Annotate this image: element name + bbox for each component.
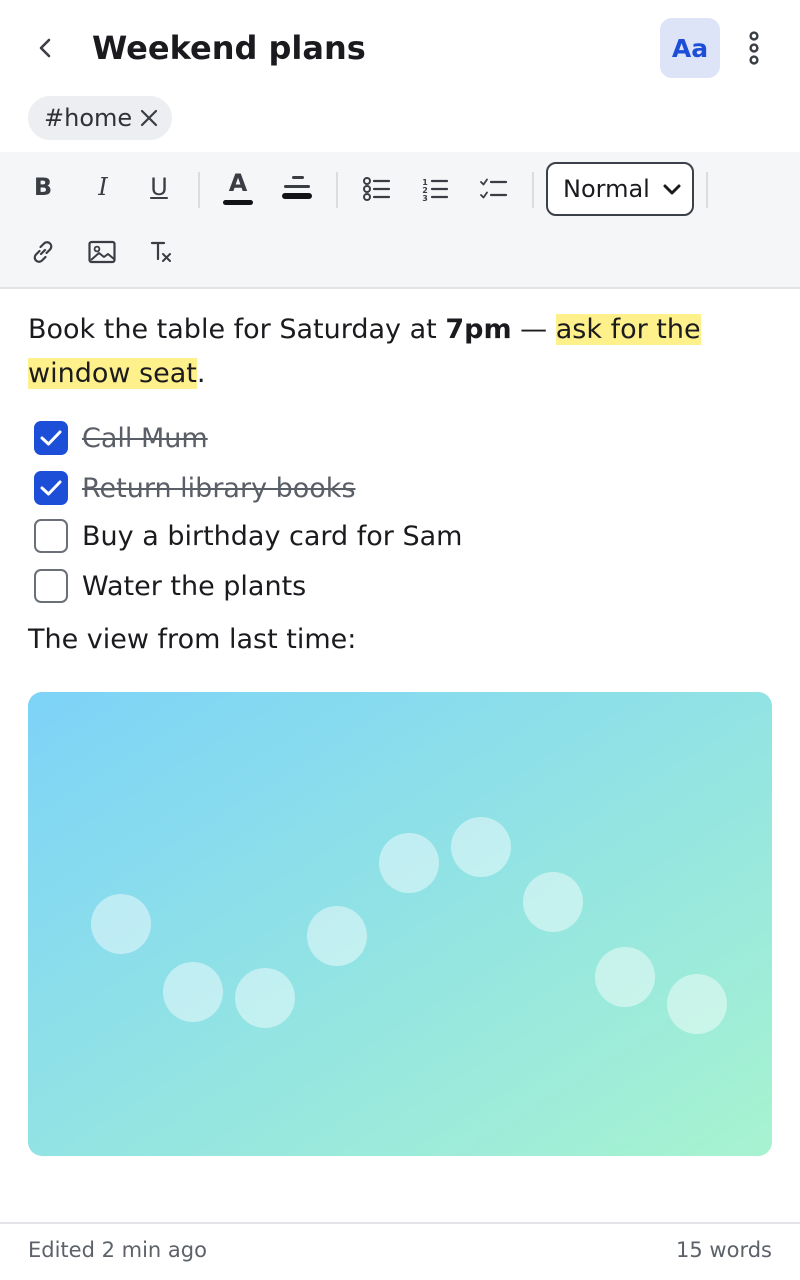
bold-button[interactable]: B — [21, 165, 65, 209]
checklist-item: Return library books — [34, 468, 356, 508]
paragraph-text: . — [196, 358, 206, 389]
checkbox-unchecked[interactable] — [34, 569, 68, 603]
chevron-down-icon — [663, 184, 681, 195]
edited-status: Edited 2 min ago — [28, 1238, 207, 1262]
clear-format-icon — [150, 241, 171, 262]
italic-button[interactable]: I — [81, 165, 125, 209]
text-color-button[interactable]: A — [216, 164, 260, 208]
checklist-item: Call Mum — [34, 418, 208, 458]
note-title[interactable]: Weekend plans — [92, 28, 366, 68]
close-icon — [141, 109, 158, 127]
embedded-photo[interactable] — [28, 692, 772, 1156]
format-button[interactable]: Aa — [660, 18, 720, 78]
checklist-item: Buy a birthday card for Sam — [34, 516, 462, 556]
checkbox-unchecked[interactable] — [34, 519, 68, 553]
checkmark-icon — [40, 480, 62, 496]
toolbar-divider — [706, 172, 708, 208]
toolbar-divider — [532, 172, 534, 208]
text-color-icon: A — [223, 169, 253, 205]
more-options-button[interactable] — [734, 26, 774, 70]
note-paragraph[interactable]: The view from last time: — [28, 618, 356, 662]
numbered-list-icon: 1 2 3 — [422, 178, 449, 201]
tag-chip[interactable]: #home — [28, 96, 173, 140]
svg-text:3: 3 — [422, 194, 428, 201]
status-footer: Edited 2 min ago 15 words — [0, 1222, 800, 1280]
paragraph-text: Book the table for Saturday at — [28, 314, 446, 345]
paragraph-bold-text: 7pm — [445, 314, 512, 345]
clear-format-button[interactable] — [140, 230, 184, 274]
link-icon — [33, 241, 53, 263]
checkbox-checked[interactable] — [34, 421, 68, 455]
checklist-item-label[interactable]: Call Mum — [82, 423, 208, 454]
more-vertical-icon — [749, 31, 759, 65]
image-icon — [88, 240, 116, 264]
bullet-list-icon — [363, 177, 391, 201]
numbered-list-button[interactable]: 1 2 3 — [413, 167, 457, 211]
bullet-list-button[interactable] — [355, 167, 399, 211]
checklist-item-label[interactable]: Return library books — [82, 473, 356, 504]
paragraph-text: — — [511, 314, 556, 345]
chevron-left-icon — [39, 38, 51, 58]
photo-image — [28, 692, 772, 1156]
back-button[interactable] — [24, 26, 68, 70]
highlight-icon — [282, 176, 312, 199]
toolbar-divider — [198, 172, 200, 208]
checklist-item-label[interactable]: Buy a birthday card for Sam — [82, 521, 462, 552]
underline-button[interactable]: U — [137, 165, 181, 209]
checklist-icon — [480, 178, 508, 199]
block-style-select[interactable]: Normal — [546, 162, 694, 216]
checklist-button[interactable] — [472, 167, 516, 211]
insert-image-button[interactable] — [80, 230, 124, 274]
svg-text:A: A — [229, 169, 248, 197]
checkbox-checked[interactable] — [34, 471, 68, 505]
word-count: 15 words — [676, 1238, 772, 1262]
highlight-button[interactable] — [275, 164, 319, 208]
app-header: Weekend plans Aa — [0, 0, 800, 96]
toolbar-divider — [336, 172, 338, 208]
checklist-item: Water the plants — [34, 566, 306, 606]
block-style-value: Normal — [563, 175, 650, 203]
note-paragraph[interactable]: Book the table for Saturday at 7pm — ask… — [28, 308, 772, 396]
tag-label: #home — [44, 104, 133, 132]
tag-remove-button[interactable] — [140, 109, 158, 127]
link-button[interactable] — [21, 230, 65, 274]
checklist-item-label[interactable]: Water the plants — [82, 571, 306, 602]
checkmark-icon — [40, 430, 62, 446]
